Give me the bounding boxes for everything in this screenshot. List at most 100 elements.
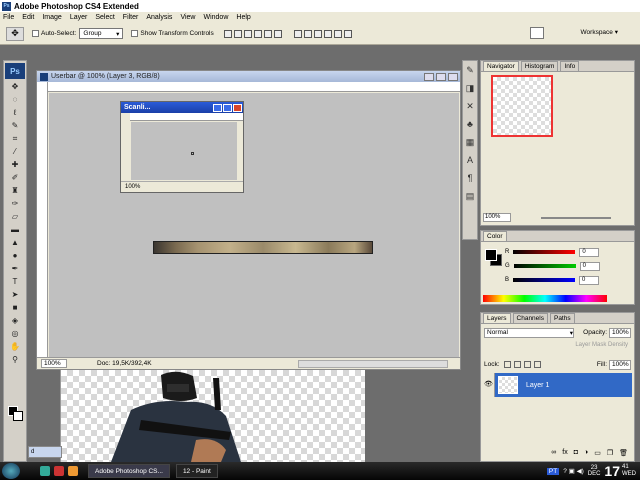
quick-select-tool-icon[interactable]: ✎ [8, 120, 22, 131]
horizontal-ruler[interactable] [130, 113, 243, 121]
menu-file[interactable]: File [3, 14, 14, 21]
browser-icon[interactable] [40, 466, 50, 476]
distribute-top-icon[interactable] [293, 29, 302, 38]
paragraph-icon[interactable]: ¶ [464, 173, 476, 185]
media-icon[interactable] [54, 466, 64, 476]
brush-panel-icon[interactable]: ✎ [464, 65, 476, 77]
menu-help[interactable]: Help [236, 14, 250, 21]
taskbar-paint-button[interactable]: 12 - Paint [175, 464, 218, 478]
tab-info[interactable]: Info [560, 61, 580, 71]
distribute-hcenter-icon[interactable] [333, 29, 342, 38]
navigator-preview[interactable] [491, 75, 553, 137]
scanlines-canvas[interactable] [131, 122, 237, 180]
lock-all-icon[interactable] [533, 361, 541, 368]
pen-tool-icon[interactable]: ✒ [8, 263, 22, 274]
lock-transparent-icon[interactable] [503, 361, 511, 368]
document-info[interactable]: Doc: 19,5K/392,4K [97, 360, 152, 367]
distribute-bottom-icon[interactable] [313, 29, 322, 38]
scanlines-window[interactable]: Scanli... 100% [120, 101, 244, 193]
red-slider[interactable] [513, 250, 576, 254]
clock-hour[interactable]: 17 [604, 463, 620, 479]
layer-row[interactable]: 👁 Layer 1 [483, 373, 632, 397]
clock-date[interactable]: 23 DEC [588, 465, 601, 477]
tab-color[interactable]: Color [483, 231, 507, 241]
shape-tool-icon[interactable]: ■ [8, 302, 22, 313]
blue-value[interactable]: 0 [579, 275, 600, 285]
distribute-vcenter-icon[interactable] [303, 29, 312, 38]
horizontal-ruler[interactable] [48, 82, 460, 92]
eyedropper-tool-icon[interactable]: ⁄ [8, 146, 22, 157]
trash-icon[interactable]: 🗑 [619, 449, 628, 459]
fill-field[interactable]: 100% [609, 359, 631, 370]
path-select-tool-icon[interactable]: ➤ [8, 289, 22, 300]
navigator-zoom-field[interactable]: 100% [483, 213, 511, 222]
language-indicator[interactable]: PT [546, 467, 560, 475]
styles-icon[interactable]: ♣ [464, 119, 476, 131]
align-left-icon[interactable] [253, 29, 262, 38]
clone-stamp-tool-icon[interactable]: ♜ [8, 185, 22, 196]
lock-position-icon[interactable] [523, 361, 531, 368]
auto-select-checkbox[interactable] [32, 30, 39, 37]
marquee-tool-icon[interactable]: ◌ [8, 94, 22, 105]
red-value[interactable]: 0 [579, 247, 600, 257]
type-tool-icon[interactable]: T [8, 276, 22, 287]
menu-image[interactable]: Image [42, 14, 61, 21]
zoom-tool-icon[interactable]: ⚲ [8, 354, 22, 365]
horizontal-scrollbar[interactable] [298, 359, 448, 368]
swatches-icon[interactable]: ▦ [464, 137, 476, 149]
distribute-right-icon[interactable] [343, 29, 352, 38]
tab-navigator[interactable]: Navigator [483, 61, 519, 71]
maximize-button[interactable] [223, 103, 232, 112]
start-button[interactable] [2, 463, 20, 479]
taskbar-photoshop-button[interactable]: Adobe Photoshop CS... [88, 464, 170, 478]
new-group-icon[interactable]: ▭ [594, 449, 601, 459]
show-transform-checkbox[interactable] [131, 30, 139, 37]
menu-analysis[interactable]: Analysis [146, 14, 172, 21]
document-titlebar[interactable]: Userbar @ 100% (Layer 3, RGB/8) [37, 71, 460, 82]
align-vcenter-icon[interactable] [233, 29, 242, 38]
tab-channels[interactable]: Channels [512, 313, 548, 323]
volume-icon[interactable]: ◀) [575, 467, 584, 475]
menu-window[interactable]: Window [203, 14, 228, 21]
photo-document[interactable] [60, 370, 365, 462]
maximize-button[interactable] [436, 72, 446, 81]
lasso-tool-icon[interactable]: ℓ [8, 107, 22, 118]
firefox-icon[interactable] [68, 466, 78, 476]
history-brush-tool-icon[interactable]: ✑ [8, 198, 22, 209]
eye-icon[interactable]: 👁 [483, 373, 495, 397]
foreground-color-swatch[interactable] [485, 249, 497, 261]
align-top-icon[interactable] [223, 29, 232, 38]
close-button[interactable] [233, 103, 242, 112]
3d-orbit-tool-icon[interactable]: ◎ [8, 328, 22, 339]
tab-layers[interactable]: Layers [483, 313, 511, 323]
background-color-swatch[interactable] [13, 411, 23, 421]
clone-source-icon[interactable]: ◨ [464, 83, 476, 95]
minimize-button[interactable] [213, 103, 222, 112]
lock-image-icon[interactable] [513, 361, 521, 368]
distribute-left-icon[interactable] [323, 29, 332, 38]
notes-icon[interactable]: ▤ [464, 191, 476, 203]
tab-histogram[interactable]: Histogram [520, 61, 559, 71]
zoom-field[interactable]: 100% [125, 184, 140, 190]
document-window[interactable]: Userbar @ 100% (Layer 3, RGB/8) 100% Doc… [36, 70, 461, 370]
gradient-tool-icon[interactable]: ▬ [8, 224, 22, 235]
tool-presets-icon[interactable]: ✕ [464, 101, 476, 113]
align-hcenter-icon[interactable] [263, 29, 272, 38]
link-layers-icon[interactable]: ∞ [551, 449, 556, 459]
move-tool-icon[interactable]: ✥ [8, 81, 22, 92]
blend-mode-dropdown[interactable]: Normal ▾ [484, 327, 574, 338]
opacity-field[interactable]: 100% [609, 327, 631, 338]
clock-minutes-day[interactable]: 41 WED [622, 464, 636, 478]
blur-tool-icon[interactable]: ▲ [8, 237, 22, 248]
crop-tool-icon[interactable]: ⌗ [8, 133, 22, 144]
layer-style-icon[interactable]: fx [562, 449, 567, 459]
vertical-ruler[interactable] [37, 82, 48, 357]
hand-tool-icon[interactable]: ✋ [8, 341, 22, 352]
green-value[interactable]: 0 [579, 261, 600, 271]
auto-select-dropdown[interactable]: Group ▾ [79, 28, 124, 39]
document-canvas[interactable] [49, 93, 459, 357]
layer-name[interactable]: Layer 1 [526, 382, 549, 389]
move-tool-icon[interactable]: ✥ [6, 26, 24, 41]
menu-layer[interactable]: Layer [70, 14, 88, 21]
menu-filter[interactable]: Filter [123, 14, 139, 21]
